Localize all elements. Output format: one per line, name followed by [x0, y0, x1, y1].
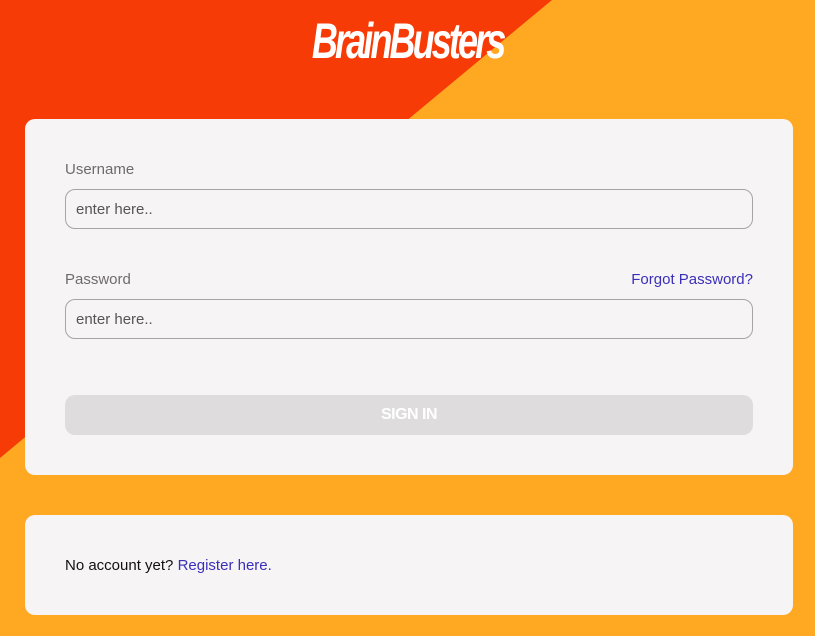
- password-input[interactable]: [65, 299, 753, 339]
- register-prompt: No account yet?: [65, 557, 174, 574]
- register-card: No account yet? Register here.: [25, 515, 793, 615]
- password-label: Password: [65, 271, 131, 288]
- username-label: Username: [65, 161, 135, 178]
- register-row: No account yet? Register here.: [65, 557, 272, 574]
- forgot-password-link[interactable]: Forgot Password?: [631, 271, 753, 288]
- brand-logo: BrainBusters: [311, 13, 506, 69]
- username-input[interactable]: [65, 189, 753, 229]
- login-card: Username Password Forgot Password? SIGN …: [25, 119, 793, 475]
- sign-in-button[interactable]: SIGN IN: [65, 395, 753, 435]
- register-link[interactable]: Register here.: [178, 557, 272, 574]
